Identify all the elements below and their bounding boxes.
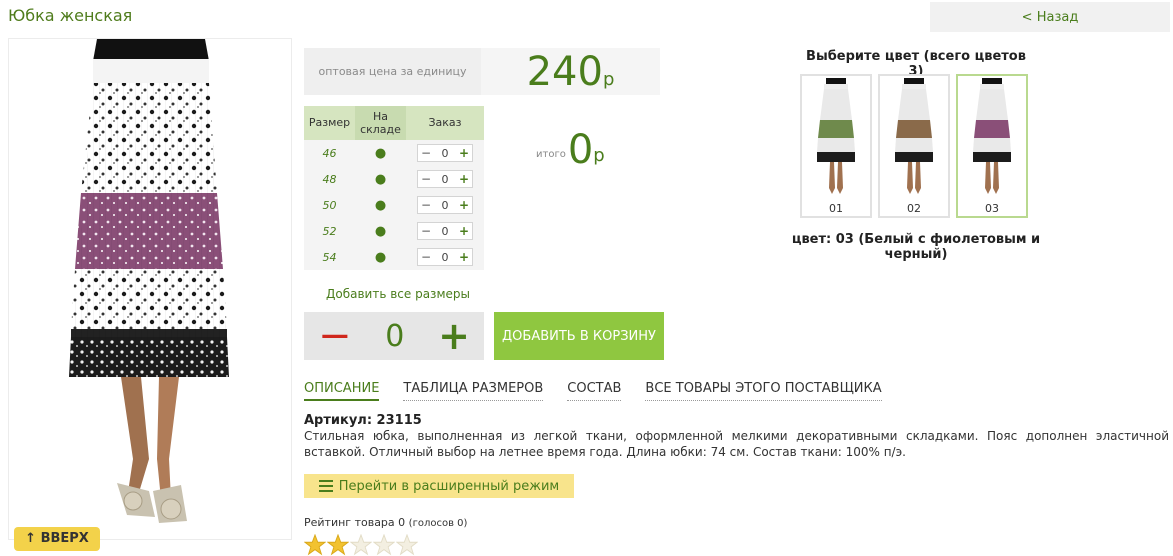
in-stock-icon: ●	[355, 140, 406, 166]
in-stock-icon: ●	[355, 192, 406, 218]
color-swatch-03[interactable]: 03	[956, 74, 1028, 218]
order-cell: −0 +	[406, 140, 484, 166]
quantity-input[interactable]: 0	[442, 199, 449, 212]
in-stock-icon: ●	[355, 244, 406, 270]
size-order-table: Размер На складе Заказ 46 ● −0 + 48 ● −0 +…	[304, 106, 484, 270]
swatch-label: 01	[829, 202, 843, 215]
table-row: 50 ● −0 +	[304, 192, 484, 218]
add-to-cart-button[interactable]: ДОБАВИТЬ В КОРЗИНУ	[494, 312, 664, 360]
rating-value: 0	[398, 516, 406, 529]
tab-composition[interactable]: СОСТАВ	[567, 381, 622, 401]
scroll-up-label: ВВЕРХ	[40, 531, 89, 546]
order-cell: −0 +	[406, 166, 484, 192]
decrement-button[interactable]: −	[421, 198, 431, 212]
increment-button[interactable]: +	[459, 146, 469, 160]
tab-all-supplier-products[interactable]: ВСЕ ТОВАРЫ ЭТОГО ПОСТАВЩИКА	[645, 381, 882, 401]
article-number: Артикул: 23115	[304, 413, 422, 428]
table-row: 46 ● −0 +	[304, 140, 484, 166]
rating-label: Рейтинг товара	[304, 516, 395, 529]
product-rating: Рейтинг товара 0 (голосов 0)	[304, 516, 467, 529]
tab-description[interactable]: ОПИСАНИЕ	[304, 381, 380, 401]
quantity-input[interactable]: 0	[442, 225, 449, 238]
back-button[interactable]: < Назад	[930, 2, 1170, 32]
price-currency: р	[602, 69, 615, 90]
star-icon[interactable]	[373, 534, 395, 556]
decrement-button[interactable]: −	[421, 250, 431, 264]
total-currency: р	[593, 145, 605, 166]
table-row: 54 ● −0 +	[304, 244, 484, 270]
tab-size-chart[interactable]: ТАБЛИЦА РАЗМЕРОВ	[403, 381, 544, 401]
star-icon[interactable]	[350, 534, 372, 556]
add-all-sizes-link[interactable]: Добавить все размеры	[326, 287, 470, 301]
star-icon[interactable]	[396, 534, 418, 556]
size-cell: 46	[304, 140, 355, 166]
increment-button[interactable]: +	[459, 250, 469, 264]
selected-color-name: цвет: 03 (Белый с фиолетовым и черный)	[791, 232, 1041, 262]
color-swatch-01[interactable]: 01	[800, 74, 872, 218]
swatch-label: 03	[985, 202, 999, 215]
decrement-button[interactable]: −	[421, 224, 431, 238]
increment-button[interactable]: +	[438, 317, 470, 355]
order-cell: −0 +	[406, 244, 484, 270]
order-total: итого 0 р	[536, 130, 605, 170]
swatch-skirt-image	[973, 78, 1011, 194]
in-stock-icon: ●	[355, 166, 406, 192]
main-quantity-stepper: − 0 +	[304, 312, 484, 360]
scroll-to-top-button[interactable]: ↑ ВВЕРХ	[14, 527, 100, 551]
color-swatch-02[interactable]: 02	[878, 74, 950, 218]
quantity-stepper: −0 +	[417, 144, 473, 162]
decrement-button[interactable]: −	[318, 316, 352, 356]
skirt-illustration	[69, 39, 229, 523]
quantity-input[interactable]: 0	[442, 147, 449, 160]
product-description: Стильная юбка, выполненная из легкой тка…	[304, 429, 1169, 459]
price-label: оптовая цена за единицу	[304, 48, 481, 95]
decrement-button[interactable]: −	[421, 172, 431, 186]
size-cell: 50	[304, 192, 355, 218]
size-column-header: Размер	[304, 106, 355, 140]
arrow-up-icon: ↑	[25, 531, 41, 546]
quantity-input[interactable]: 0	[442, 251, 449, 264]
swatch-label: 02	[907, 202, 921, 215]
product-main-image[interactable]	[8, 38, 292, 540]
order-cell: −0 +	[406, 218, 484, 244]
product-tabs: ОПИСАНИЕ ТАБЛИЦА РАЗМЕРОВ СОСТАВ ВСЕ ТОВ…	[304, 381, 882, 401]
advanced-mode-label: Перейти в расширенный режим	[338, 478, 560, 494]
increment-button[interactable]: +	[459, 172, 469, 186]
star-icon[interactable]	[304, 534, 326, 556]
rating-stars	[304, 534, 418, 556]
quantity-stepper: −0 +	[417, 222, 473, 240]
quantity-stepper: −0 +	[417, 196, 473, 214]
stock-column-header: На складе	[355, 106, 406, 140]
page-title: Юбка женская	[8, 6, 133, 25]
star-icon[interactable]	[327, 534, 349, 556]
table-row: 48 ● −0 +	[304, 166, 484, 192]
price-number: 240	[526, 48, 603, 95]
size-cell: 48	[304, 166, 355, 192]
order-column-header: Заказ	[406, 106, 484, 140]
quantity-input[interactable]: 0	[442, 173, 449, 186]
quantity-value[interactable]: 0	[385, 319, 404, 354]
total-value: 0	[567, 127, 594, 173]
quantity-stepper: −0 +	[417, 170, 473, 188]
increment-button[interactable]: +	[459, 224, 469, 238]
swatch-skirt-image	[895, 78, 933, 194]
advanced-mode-button[interactable]: Перейти в расширенный режим	[304, 474, 574, 498]
list-icon	[318, 480, 333, 492]
rating-votes: (голосов 0)	[408, 518, 468, 529]
quantity-stepper: −0 +	[417, 248, 473, 266]
size-cell: 52	[304, 218, 355, 244]
order-cell: −0 +	[406, 192, 484, 218]
table-row: 52 ● −0 +	[304, 218, 484, 244]
total-label: итого	[536, 149, 566, 160]
swatch-skirt-image	[817, 78, 855, 194]
increment-button[interactable]: +	[459, 198, 469, 212]
in-stock-icon: ●	[355, 218, 406, 244]
decrement-button[interactable]: −	[421, 146, 431, 160]
size-cell: 54	[304, 244, 355, 270]
price-value: 240 р	[481, 48, 660, 95]
